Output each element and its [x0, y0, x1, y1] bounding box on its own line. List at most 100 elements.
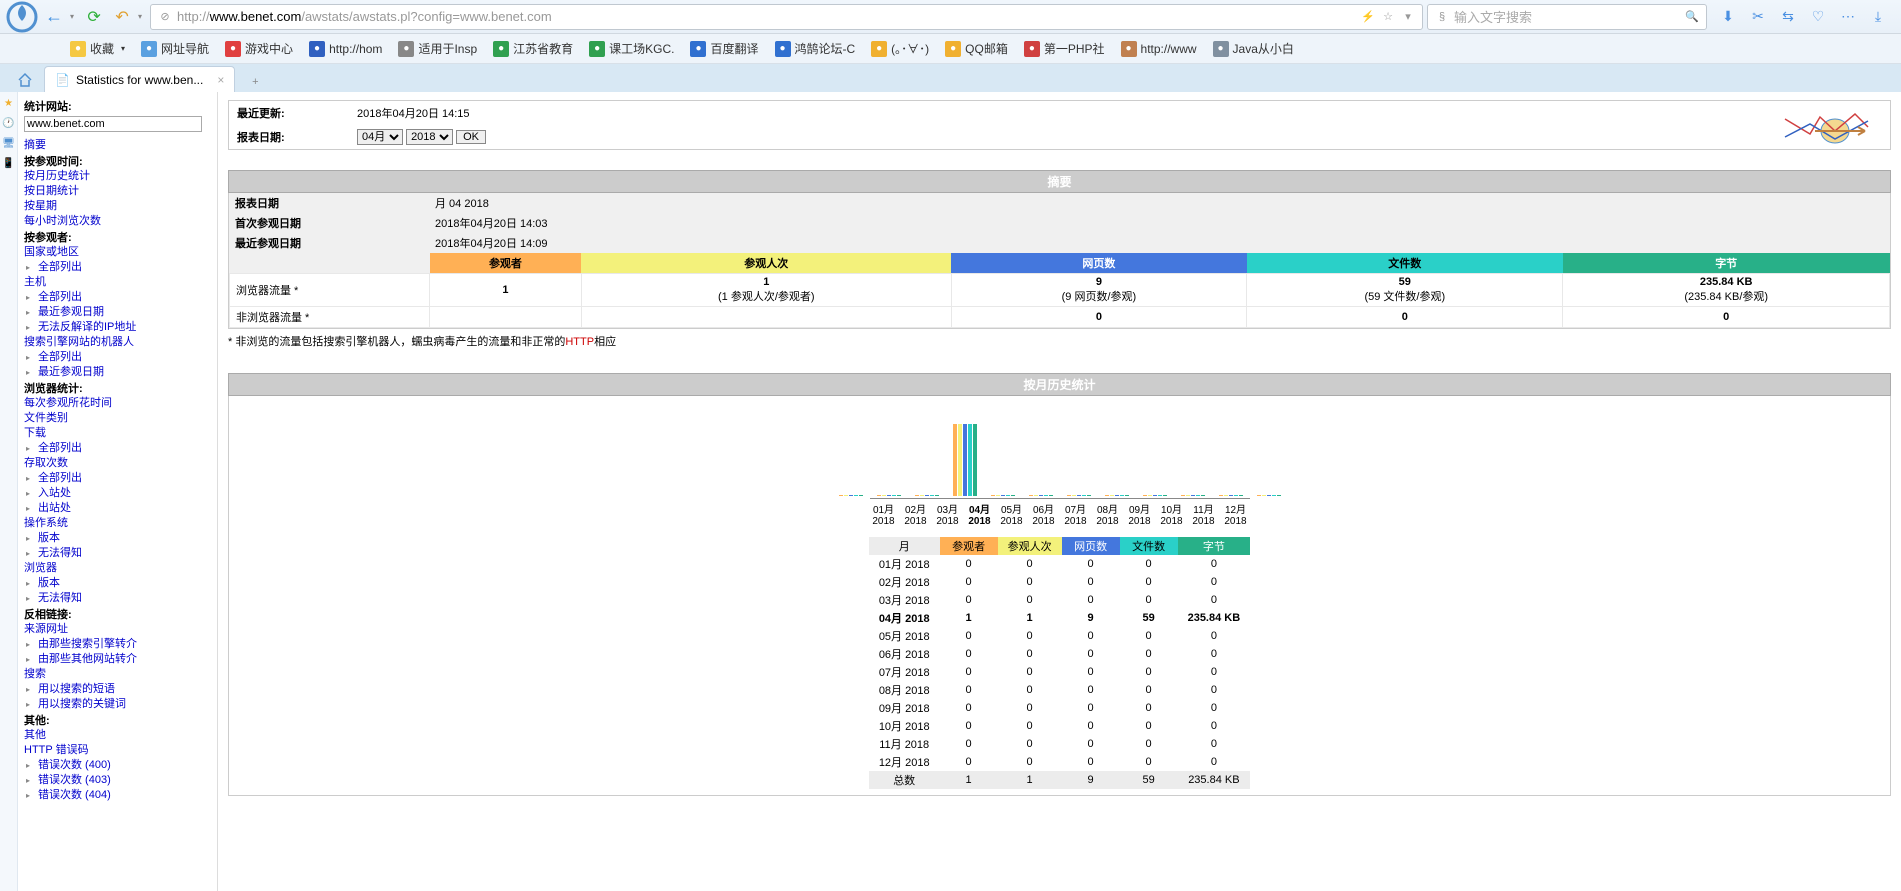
bookmark-item[interactable]: ●第一PHP社: [1024, 40, 1105, 57]
bookmark-item[interactable]: ●QQ邮箱: [945, 40, 1008, 57]
back-button[interactable]: ←: [42, 5, 66, 29]
undo-dropdown-icon[interactable]: ▾: [138, 12, 142, 21]
sidebar-link[interactable]: 按月历史统计: [24, 169, 211, 184]
sidebar-link[interactable]: 版本: [24, 576, 211, 591]
sidebar-link[interactable]: 由那些其他网站转介: [24, 652, 211, 667]
sidebar-link[interactable]: 无法得知: [24, 591, 211, 606]
history-row: 07月 201800000: [869, 663, 1250, 681]
sidebar-link[interactable]: 错误次数 (403): [24, 773, 211, 788]
bookmark-item[interactable]: ●百度翻译: [690, 40, 758, 57]
sidebar-link[interactable]: 全部列出: [24, 471, 211, 486]
bookmark-item[interactable]: ●课工场KGC.: [589, 40, 674, 57]
sidebar-link[interactable]: HTTP 错误码: [24, 743, 211, 758]
more-icon[interactable]: ⋯: [1839, 8, 1857, 26]
bookmark-item[interactable]: ●http://www: [1121, 40, 1197, 57]
security-shield-icon[interactable]: ♡: [1809, 8, 1827, 26]
sidebar-link[interactable]: 错误次数 (400): [24, 758, 211, 773]
sidebar-link[interactable]: 用以搜索的关键词: [24, 697, 211, 712]
bookmark-item[interactable]: ●Java从小白: [1213, 40, 1294, 57]
sidebar-link[interactable]: 国家或地区: [24, 245, 211, 260]
sidebar-link[interactable]: 最近参观日期: [24, 365, 211, 380]
new-tab-button[interactable]: +: [243, 72, 267, 92]
stats-site-input[interactable]: [24, 116, 202, 132]
search-engine-icon[interactable]: §: [1434, 9, 1450, 25]
sidebar-link[interactable]: 用以搜索的短语: [24, 682, 211, 697]
sidebar-link[interactable]: 主机: [24, 275, 211, 290]
undo-button[interactable]: ↶: [110, 5, 134, 29]
download-icon[interactable]: ⤓: [1869, 8, 1887, 26]
month-select[interactable]: 04月: [357, 129, 403, 145]
scissors-icon[interactable]: ✂: [1749, 8, 1767, 26]
chart-month-column: [991, 420, 1015, 496]
sidebar-link[interactable]: 无法反解译的IP地址: [24, 320, 211, 335]
sidebar-link[interactable]: 全部列出: [24, 260, 211, 275]
bookmark-item[interactable]: ●适用于Insp: [398, 40, 477, 57]
sidebar-link[interactable]: 文件类别: [24, 411, 211, 426]
refresh-button[interactable]: ⟳: [82, 5, 106, 29]
other-heading: 其他:: [24, 715, 50, 727]
ok-button[interactable]: OK: [456, 130, 486, 144]
sidebar-link[interactable]: 浏览器: [24, 561, 211, 576]
sidebar-link[interactable]: 版本: [24, 531, 211, 546]
rail-monitor-icon[interactable]: 🖥: [2, 136, 16, 150]
sidebar-link[interactable]: 每小时浏览次数: [24, 214, 211, 229]
star-icon[interactable]: ☆: [1380, 9, 1396, 25]
nav-summary[interactable]: 摘要: [24, 138, 211, 153]
year-select[interactable]: 2018: [406, 129, 453, 145]
home-tab-icon[interactable]: [10, 68, 40, 92]
chart-month-column: [915, 420, 939, 496]
history-row: 02月 201800000: [869, 573, 1250, 591]
sidebar-link[interactable]: 每次参观所花时间: [24, 396, 211, 411]
chart-bar: [1011, 495, 1015, 496]
sidebar-link[interactable]: 按日期统计: [24, 184, 211, 199]
swap-icon[interactable]: ⇆: [1779, 8, 1797, 26]
sidebar-link[interactable]: 其他: [24, 728, 211, 743]
awstats-globe-icon: [1780, 109, 1870, 149]
bookmark-item[interactable]: ●游戏中心: [225, 40, 293, 57]
sidebar-link[interactable]: 搜索: [24, 667, 211, 682]
sidebar-link[interactable]: 按星期: [24, 199, 211, 214]
sidebar-link[interactable]: 由那些搜索引擎转介: [24, 637, 211, 652]
bookmark-item[interactable]: ●收藏▾: [70, 40, 125, 57]
rail-clock-icon[interactable]: 🕐: [2, 116, 16, 130]
chart-month-column: [953, 420, 977, 496]
sidebar-link[interactable]: 存取次数: [24, 456, 211, 471]
chart-bar: [968, 424, 972, 496]
chart-bar: [1072, 495, 1076, 496]
sidebar-link[interactable]: 错误次数 (404): [24, 788, 211, 803]
sidebar-link[interactable]: 来源网址: [24, 622, 211, 637]
search-icon[interactable]: 🔍: [1684, 9, 1700, 25]
sidebar-link[interactable]: 无法得知: [24, 546, 211, 561]
bookmark-item[interactable]: ●江苏省教育: [493, 40, 573, 57]
lightning-icon[interactable]: ⚡: [1360, 9, 1376, 25]
chart-bar: [854, 495, 858, 496]
history-row: 05月 201800000: [869, 627, 1250, 645]
sidebar-link[interactable]: 搜索引擎网站的机器人: [24, 335, 211, 350]
sidebar-link[interactable]: 下载: [24, 426, 211, 441]
sidebar-link[interactable]: 最近参观日期: [24, 305, 211, 320]
bookmark-item[interactable]: ●http://hom: [309, 40, 382, 57]
tab-close-icon[interactable]: ×: [217, 73, 224, 87]
active-tab[interactable]: 📄 Statistics for www.ben... ×: [44, 66, 235, 92]
sidebar-link[interactable]: 全部列出: [24, 350, 211, 365]
history-row: 10月 201800000: [869, 717, 1250, 735]
rail-star-icon[interactable]: ★: [2, 96, 16, 110]
search-bar[interactable]: § 输入文字搜索 🔍: [1427, 4, 1707, 30]
sidebar-link[interactable]: 入站处: [24, 486, 211, 501]
bookmark-item[interactable]: ●网址导航: [141, 40, 209, 57]
rail-phone-icon[interactable]: 📱: [2, 156, 16, 170]
save-page-icon[interactable]: ⬇: [1719, 8, 1737, 26]
url-input[interactable]: http://www.benet.com/awstats/awstats.pl?…: [177, 9, 1356, 24]
sidebar-link[interactable]: 出站处: [24, 501, 211, 516]
sidebar-link[interactable]: 全部列出: [24, 290, 211, 305]
bookmark-item[interactable]: ●鸿鹄论坛-C: [775, 40, 856, 57]
dropdown-icon[interactable]: ▾: [1400, 9, 1416, 25]
back-dropdown-icon[interactable]: ▾: [70, 12, 74, 21]
history-row: 12月 201800000: [869, 753, 1250, 771]
summary-row-notviewed: 非浏览器流量 * 0 0 0: [230, 307, 1890, 328]
sidebar-link[interactable]: 操作系统: [24, 516, 211, 531]
url-bar[interactable]: ⊘ http://www.benet.com/awstats/awstats.p…: [150, 4, 1423, 30]
sidebar-link[interactable]: 全部列出: [24, 441, 211, 456]
last-update-label: 最近更新:: [229, 101, 349, 125]
bookmark-item[interactable]: ●(｡･∀･): [871, 40, 929, 57]
